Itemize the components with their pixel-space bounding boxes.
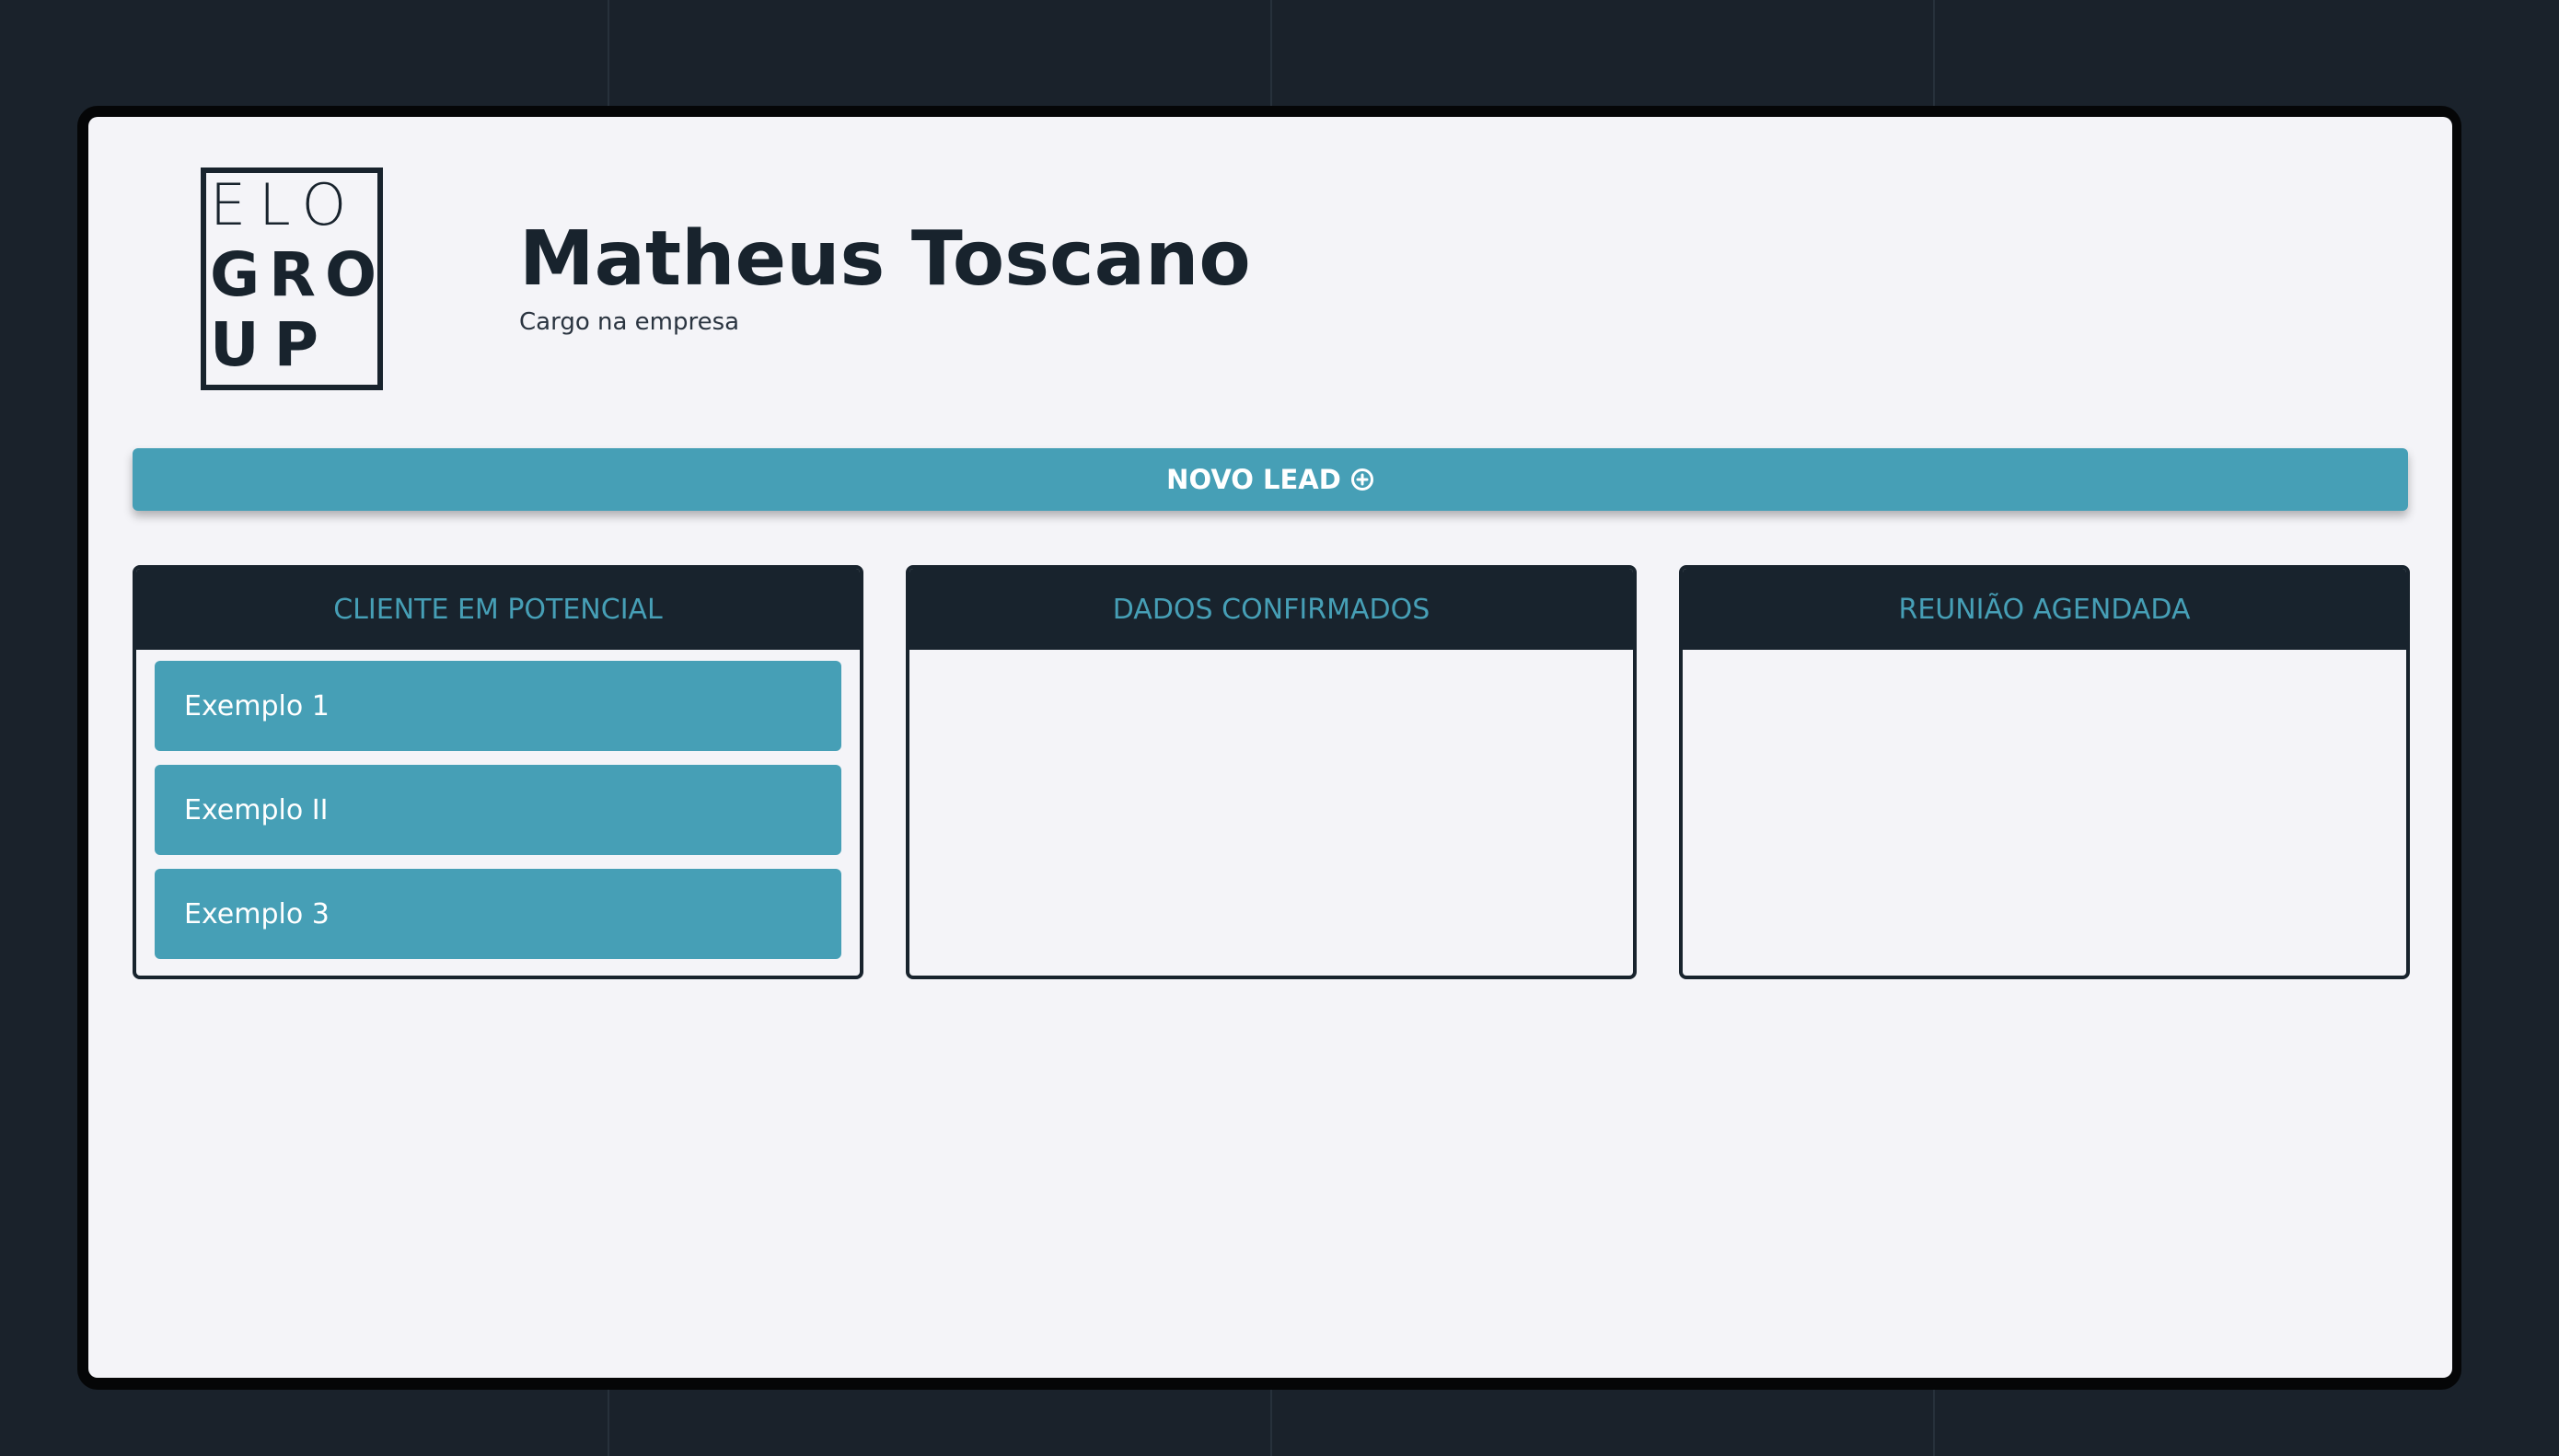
column-cliente-em-potencial: CLIENTE EM POTENCIAL Exemplo 1 Exemplo I… [133,565,863,979]
column-body [1683,650,2406,672]
plus-circle-icon [1350,468,1373,491]
user-name: Matheus Toscano [519,215,1251,303]
app-window: ELO GRO UP Matheus Toscano Cargo na empr… [88,117,2452,1378]
column-body: Exemplo 1 Exemplo II Exemplo 3 [136,650,860,976]
new-lead-label: NOVO LEAD [1166,464,1341,495]
logo-text-row: GRO [210,239,387,310]
logo-text-row: UP [210,309,333,380]
column-title: REUNIÃO AGENDADA [1683,569,2406,650]
new-lead-button[interactable]: NOVO LEAD [133,448,2408,511]
column-dados-confirmados: DADOS CONFIRMADOS [906,565,1637,979]
elo-group-logo: ELO GRO UP [201,168,383,390]
logo-text-row: ELO [210,171,360,238]
lead-card[interactable]: Exemplo 3 [155,869,841,959]
column-body [909,650,1633,672]
column-title: CLIENTE EM POTENCIAL [136,569,860,650]
lead-card[interactable]: Exemplo II [155,765,841,855]
column-title: DADOS CONFIRMADOS [909,569,1633,650]
user-role: Cargo na empresa [519,308,740,336]
lead-card[interactable]: Exemplo 1 [155,661,841,751]
column-reuniao-agendada: REUNIÃO AGENDADA [1679,565,2410,979]
